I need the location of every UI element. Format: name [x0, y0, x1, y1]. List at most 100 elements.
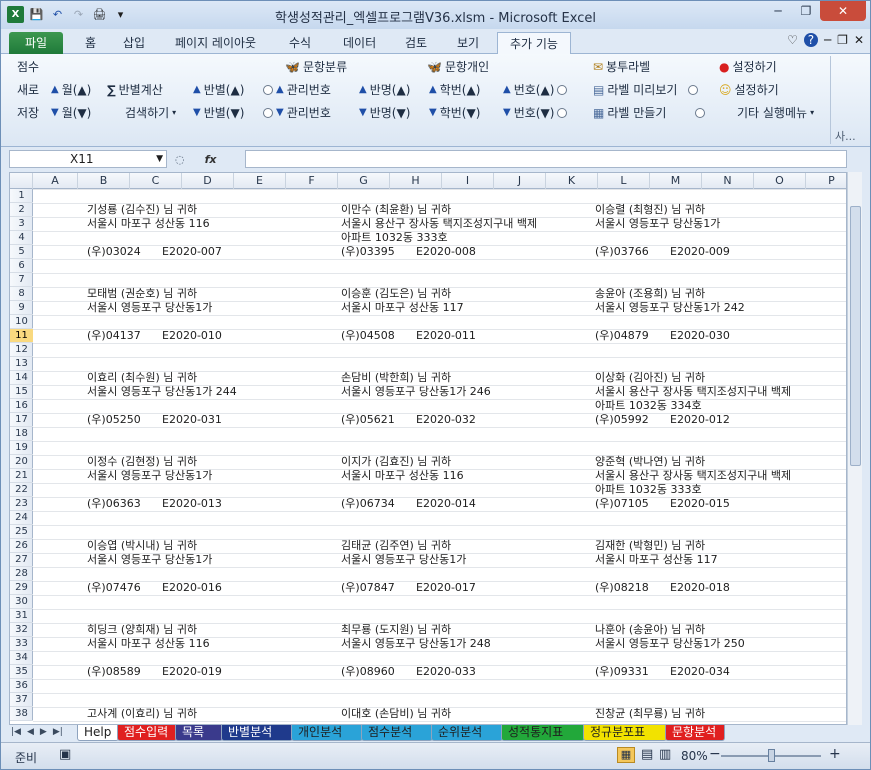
row-header[interactable]: 23 — [10, 497, 33, 511]
ribbon-score-label[interactable]: 점수 — [17, 58, 39, 75]
row-header[interactable]: 38 — [10, 707, 33, 721]
row-header[interactable]: 16 — [10, 399, 33, 413]
page-layout-view-icon[interactable]: ▤ — [641, 747, 653, 762]
scroll-thumb[interactable] — [850, 206, 861, 466]
row-header[interactable]: 21 — [10, 469, 33, 483]
row-header[interactable]: 18 — [10, 427, 33, 441]
class-name-up-button[interactable]: ▲ 반명(▲) — [359, 81, 410, 98]
radio-icon[interactable] — [557, 107, 568, 118]
class-calc-button[interactable]: ∑ 반별계산 — [107, 81, 163, 98]
row-header[interactable]: 20 — [10, 455, 33, 469]
minimize-button[interactable]: ─ — [764, 1, 792, 21]
radio-icon[interactable] — [557, 84, 568, 95]
page-break-view-icon[interactable]: ▥ — [659, 747, 671, 762]
sheet-tab[interactable]: 반별분석 — [221, 725, 293, 741]
row-header[interactable]: 26 — [10, 539, 33, 553]
row-header[interactable]: 37 — [10, 693, 33, 707]
row-header[interactable]: 30 — [10, 595, 33, 609]
sheet-tab[interactable]: 개인분석 — [291, 725, 363, 741]
cell-area[interactable]: 기성룡 (김수진) 님 귀하 서울시 마포구 성산동 116 (우)03024 E20… — [33, 189, 846, 724]
row-header[interactable]: 35 — [10, 665, 33, 679]
column-header-p[interactable]: P — [806, 173, 846, 189]
row-header[interactable]: 4 — [10, 231, 33, 245]
row-header[interactable]: 34 — [10, 651, 33, 665]
save-data-button[interactable]: 저장 — [17, 104, 39, 121]
search-button[interactable]: 검색하기 ▾ — [125, 104, 176, 121]
tab-insert[interactable]: 삽입 — [111, 32, 157, 54]
formula-cancel-icon[interactable]: ◌ — [175, 153, 185, 166]
sheet-tab[interactable]: Help — [77, 725, 119, 741]
month-down-button[interactable]: ▼ 월(▼) — [51, 104, 91, 121]
zoom-in-button[interactable]: + — [829, 746, 841, 762]
column-header-g[interactable]: G — [338, 173, 390, 189]
radio-icon[interactable] — [688, 84, 699, 95]
row-header[interactable]: 22 — [10, 483, 33, 497]
sheet-tab[interactable]: 순위분석 — [431, 725, 503, 741]
doc-minimize-icon[interactable]: ─ — [824, 33, 831, 47]
column-header-j[interactable]: J — [494, 173, 546, 189]
row-header[interactable]: 33 — [10, 637, 33, 651]
column-header-a[interactable]: A — [33, 173, 78, 189]
doc-close-icon[interactable]: ✕ — [854, 33, 864, 47]
student-no-up-button[interactable]: ▲ 학번(▲) — [429, 81, 480, 98]
column-header-e[interactable]: E — [234, 173, 286, 189]
tab-formulas[interactable]: 수식 — [277, 32, 323, 54]
settings-button-2[interactable]: ☺ 설정하기 — [719, 81, 779, 98]
class-name-down-button[interactable]: ▼ 반명(▼) — [359, 104, 410, 121]
class-up-button[interactable]: ▲ 반별(▲) — [193, 81, 244, 98]
zoom-out-button[interactable]: − — [709, 746, 721, 762]
sheet-tab[interactable]: 문항분석 — [665, 725, 725, 741]
number-down-button[interactable]: ▼ 번호(▼) — [503, 104, 568, 121]
tab-add-ins[interactable]: 추가 기능 — [497, 32, 571, 54]
row-header[interactable]: 6 — [10, 259, 33, 273]
row-header[interactable]: 3 — [10, 217, 33, 231]
row-header[interactable]: 29 — [10, 581, 33, 595]
row-header[interactable]: 24 — [10, 511, 33, 525]
label-preview-button[interactable]: ▤ 라벨 미리보기 — [593, 81, 699, 98]
doc-restore-icon[interactable]: ❐ — [837, 33, 848, 47]
row-header[interactable]: 27 — [10, 553, 33, 567]
row-header[interactable]: 1 — [10, 189, 33, 203]
column-header-f[interactable]: F — [286, 173, 338, 189]
row-header[interactable]: 31 — [10, 609, 33, 623]
next-sheet-icon[interactable]: ▶ — [40, 727, 47, 737]
radio-icon[interactable] — [695, 107, 706, 118]
row-header[interactable]: 13 — [10, 357, 33, 371]
chevron-down-icon[interactable]: ▼ — [156, 151, 163, 167]
number-up-button[interactable]: ▲ 번호(▲) — [503, 81, 568, 98]
name-box[interactable]: X11 ▼ — [9, 150, 167, 168]
other-menu-button[interactable]: 기타 실행메뉴 ▾ — [737, 104, 814, 121]
column-header-l[interactable]: L — [598, 173, 650, 189]
row-header[interactable]: 17 — [10, 413, 33, 427]
formula-input[interactable] — [245, 150, 847, 168]
close-button[interactable]: ✕ — [820, 1, 866, 21]
column-header-o[interactable]: O — [754, 173, 806, 189]
row-header[interactable]: 5 — [10, 245, 33, 259]
item-personal-button[interactable]: 🦋 문항개인 — [427, 58, 489, 75]
row-header[interactable]: 8 — [10, 287, 33, 301]
column-header-k[interactable]: K — [546, 173, 598, 189]
class-down-button[interactable]: ▼ 반별(▼) — [193, 104, 244, 121]
normal-view-icon[interactable]: ▦ — [617, 747, 635, 763]
sheet-tab[interactable]: 점수입력 — [117, 725, 177, 741]
row-header[interactable]: 32 — [10, 623, 33, 637]
help-icon[interactable]: ? — [803, 33, 818, 47]
student-no-down-button[interactable]: ▼ 학번(▼) — [429, 104, 480, 121]
zoom-slider-handle[interactable] — [768, 749, 775, 762]
first-sheet-icon[interactable]: |◀ — [11, 727, 21, 737]
row-header[interactable]: 14 — [10, 371, 33, 385]
column-header-b[interactable]: B — [78, 173, 130, 189]
sheet-tab[interactable]: 점수분석 — [361, 725, 433, 741]
column-header-h[interactable]: H — [390, 173, 442, 189]
row-header[interactable]: 7 — [10, 273, 33, 287]
column-header-c[interactable]: C — [130, 173, 182, 189]
column-header-m[interactable]: M — [650, 173, 702, 189]
worksheet-grid[interactable]: ABCDEFGHIJKLMNOP 1 2 3 4 5 6 7 8 9 10 11 12 13 14 15 16… — [9, 172, 847, 725]
row-header[interactable]: 28 — [10, 567, 33, 581]
sheet-tab[interactable]: 목록 — [175, 725, 223, 741]
sheet-tab[interactable]: 성적통지표 — [501, 725, 585, 741]
new-button[interactable]: 새로 — [17, 81, 39, 98]
column-header-d[interactable]: D — [182, 173, 234, 189]
tab-view[interactable]: 보기 — [445, 32, 491, 54]
radio-icon[interactable] — [263, 107, 273, 118]
